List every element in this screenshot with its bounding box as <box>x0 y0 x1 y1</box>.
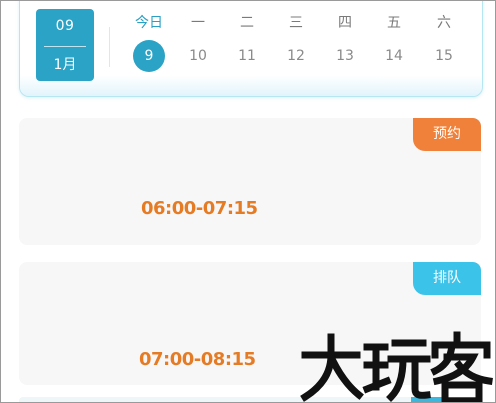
date-cell[interactable]: 11 <box>227 48 267 64</box>
week-calendar: 09 1月 今日 一 二 三 四 五 六 9 10 11 12 13 14 15 <box>19 1 483 97</box>
date-cell-selected[interactable]: 9 <box>133 40 165 72</box>
date-cell[interactable]: 12 <box>276 48 316 64</box>
weekday-label-today: 今日 <box>135 15 163 31</box>
date-divider <box>44 46 86 47</box>
status-badge-reserve: 预约 <box>413 118 481 151</box>
status-badge-queue: 排队 <box>413 262 481 295</box>
current-date-box[interactable]: 09 1月 <box>36 9 94 81</box>
date-cell[interactable]: 14 <box>374 48 414 64</box>
session-time: 07:00-08:15 <box>139 349 256 370</box>
date-cell[interactable]: 13 <box>325 48 365 64</box>
date-cell[interactable]: 15 <box>424 48 464 64</box>
watermark-logo <box>300 331 493 402</box>
weekday-label-mon: 一 <box>191 15 205 31</box>
weekday-label-wed: 三 <box>289 15 303 31</box>
session-time: 06:00-07:15 <box>141 198 258 219</box>
session-card[interactable]: 预约 06:00-07:15 <box>19 118 481 245</box>
current-day: 09 <box>55 18 75 34</box>
weekday-label-sat: 六 <box>437 15 451 31</box>
calendar-separator <box>109 27 110 67</box>
date-cell[interactable]: 10 <box>178 48 218 64</box>
weekday-label-thu: 四 <box>338 15 352 31</box>
weekday-label-fri: 五 <box>387 15 401 31</box>
current-month: 1月 <box>53 57 77 73</box>
weekday-label-tue: 二 <box>240 15 254 31</box>
app-screen: 09 1月 今日 一 二 三 四 五 六 9 10 11 12 13 14 15… <box>0 0 496 403</box>
